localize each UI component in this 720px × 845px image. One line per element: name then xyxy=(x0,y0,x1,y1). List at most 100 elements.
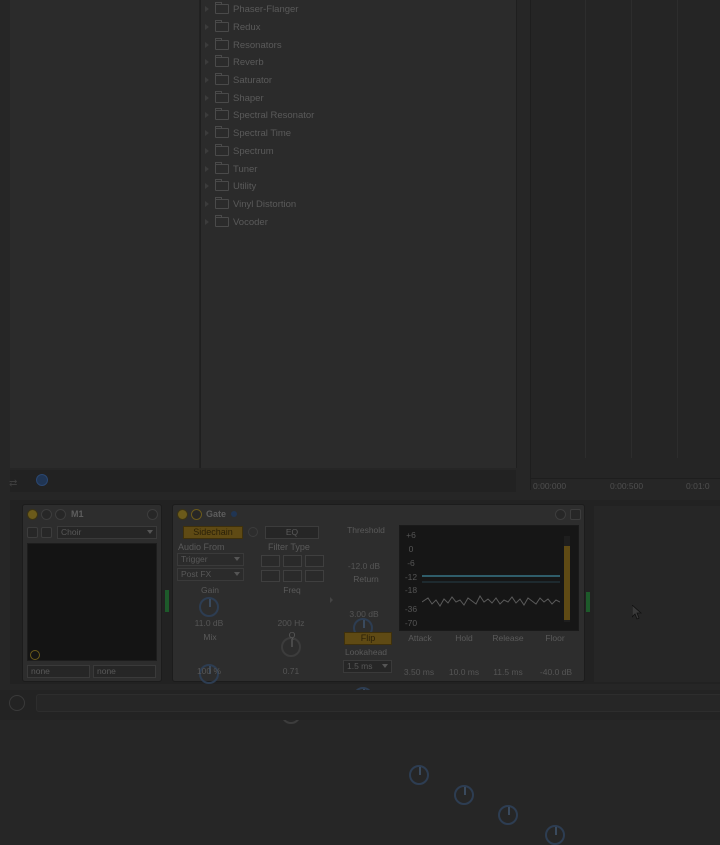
filter-type-bandpass-button[interactable] xyxy=(283,555,302,567)
scale-label: +6 xyxy=(406,530,416,540)
browser-item-folder[interactable]: Vocoder xyxy=(205,214,268,230)
freq-knob[interactable] xyxy=(281,637,301,657)
folder-icon xyxy=(215,2,229,14)
save-icon[interactable] xyxy=(570,509,581,520)
expand-triangle-icon[interactable] xyxy=(205,77,209,83)
macro-dropdown-left[interactable]: none xyxy=(27,665,90,678)
device-on-button[interactable] xyxy=(27,509,38,520)
lookahead-label: Lookahead xyxy=(344,647,388,657)
scale-label: -36 xyxy=(404,604,418,614)
hold-knob[interactable] xyxy=(454,785,474,805)
flip-toggle[interactable]: Flip xyxy=(344,632,392,645)
attack-knob[interactable] xyxy=(409,765,429,785)
post-fx-value: Post FX xyxy=(181,569,212,579)
expand-triangle-icon[interactable] xyxy=(205,112,209,118)
eq-toggle[interactable]: EQ xyxy=(265,526,319,539)
xy-handle[interactable] xyxy=(30,650,40,660)
headphones-icon[interactable] xyxy=(248,527,258,537)
gain-knob[interactable] xyxy=(199,597,219,617)
browser-item-label: Tuner xyxy=(233,163,258,175)
expand-triangle-icon[interactable] xyxy=(205,166,209,172)
expand-arrow-icon[interactable] xyxy=(330,597,333,603)
dropdown-arrow-icon xyxy=(147,530,153,534)
expand-triangle-icon[interactable] xyxy=(205,59,209,65)
link-icon[interactable] xyxy=(147,509,158,520)
gate-display[interactable]: +6 0 -6 -12 -18 -36 -70 xyxy=(399,525,579,631)
filter-type-highpass-button[interactable] xyxy=(261,555,280,567)
info-icon[interactable] xyxy=(36,474,48,486)
filter-type-notch-button[interactable] xyxy=(261,570,280,582)
sidechain-toggle[interactable]: Sidechain xyxy=(183,526,243,539)
filter-type-label: Filter Type xyxy=(268,542,310,552)
floor-knob[interactable] xyxy=(545,825,565,845)
browser-item-folder[interactable]: Tuner xyxy=(205,161,257,177)
browser-item-folder[interactable]: Reverb xyxy=(205,54,264,70)
mouse-cursor-icon xyxy=(632,605,642,620)
browser-item-folder[interactable]: Spectral Time xyxy=(205,125,291,141)
freq-value: 200 Hz xyxy=(277,618,305,628)
filter-type-lowpass-button[interactable] xyxy=(305,555,324,567)
scale-label: -70 xyxy=(404,618,418,628)
browser-item-label: Spectrum xyxy=(233,145,274,157)
arrangement-view[interactable] xyxy=(530,0,720,490)
filter-type-shelf-button[interactable] xyxy=(305,570,324,582)
browser-item-folder[interactable]: Spectrum xyxy=(205,143,274,159)
preset-dropdown[interactable]: Choir xyxy=(57,526,157,539)
browser-content-list: Phaser-Flanger Redux Resonators Reverb S… xyxy=(200,0,517,468)
browser-item-label: Redux xyxy=(233,21,261,33)
expand-triangle-icon[interactable] xyxy=(205,183,209,189)
release-label: Release xyxy=(492,633,524,643)
floor-label: Floor xyxy=(545,633,565,643)
expand-triangle-icon[interactable] xyxy=(205,148,209,154)
expand-triangle-icon[interactable] xyxy=(205,6,209,12)
xy-pad[interactable] xyxy=(27,543,157,661)
device-drop-area[interactable] xyxy=(594,506,720,682)
audio-from-dropdown[interactable]: Trigger xyxy=(177,553,244,566)
grid-icon[interactable] xyxy=(27,527,38,538)
device-on-button[interactable] xyxy=(177,509,188,520)
browser-item-folder[interactable]: Saturator xyxy=(205,72,272,88)
expand-triangle-icon[interactable] xyxy=(205,219,209,225)
browser-item-folder[interactable]: Redux xyxy=(205,19,260,35)
grid-line xyxy=(585,0,586,458)
audio-from-label: Audio From xyxy=(178,542,225,552)
expand-triangle-icon[interactable] xyxy=(205,24,209,30)
gate-device: Gate Sidechain EQ Audio From Trigger Pos… xyxy=(172,504,585,845)
mix-value: 100 % xyxy=(196,666,222,676)
info-icon[interactable] xyxy=(231,511,237,517)
post-fx-dropdown[interactable]: Post FX xyxy=(177,568,244,581)
browser-item-folder[interactable]: Spectral Resonator xyxy=(205,107,314,123)
dropdown-arrow-icon xyxy=(382,664,388,668)
macro-left-value: none xyxy=(31,666,50,676)
macro-dropdown-right[interactable]: none xyxy=(93,665,156,678)
browser-item-folder[interactable]: Resonators xyxy=(205,37,282,53)
chevron-down-icon[interactable] xyxy=(41,509,52,520)
play-icon[interactable] xyxy=(191,509,202,520)
browser-item-label: Reverb xyxy=(233,56,264,68)
link-icon[interactable] xyxy=(555,509,566,520)
swap-icon[interactable]: ⇄ xyxy=(9,478,21,490)
preset-value: Choir xyxy=(61,527,82,537)
browser-item-folder[interactable]: Vinyl Distortion xyxy=(205,196,296,212)
browser-item-folder[interactable]: Utility xyxy=(205,178,256,194)
expand-triangle-icon[interactable] xyxy=(205,95,209,101)
browser-item-folder[interactable]: Phaser-Flanger xyxy=(205,1,298,17)
lookahead-dropdown[interactable]: 1.5 ms xyxy=(343,660,392,673)
folder-icon xyxy=(215,108,229,120)
browser-item-folder[interactable]: Shaper xyxy=(205,90,264,106)
browser-item-label: Vinyl Distortion xyxy=(233,198,297,210)
expand-triangle-icon[interactable] xyxy=(205,201,209,207)
save-icon[interactable] xyxy=(41,527,52,538)
release-knob[interactable] xyxy=(498,805,518,825)
browser-item-label: Shaper xyxy=(233,92,264,104)
browser-footer xyxy=(10,470,516,492)
expand-triangle-icon[interactable] xyxy=(205,42,209,48)
folder-icon xyxy=(215,38,229,50)
filter-type-peak-button[interactable] xyxy=(283,570,302,582)
waveform-graph xyxy=(422,575,560,607)
expand-triangle-icon[interactable] xyxy=(205,130,209,136)
play-icon[interactable] xyxy=(9,695,25,711)
browser-item-label: Spectral Time xyxy=(233,127,292,139)
horizontal-scrollbar[interactable] xyxy=(36,694,720,712)
wrench-icon[interactable] xyxy=(55,509,66,520)
